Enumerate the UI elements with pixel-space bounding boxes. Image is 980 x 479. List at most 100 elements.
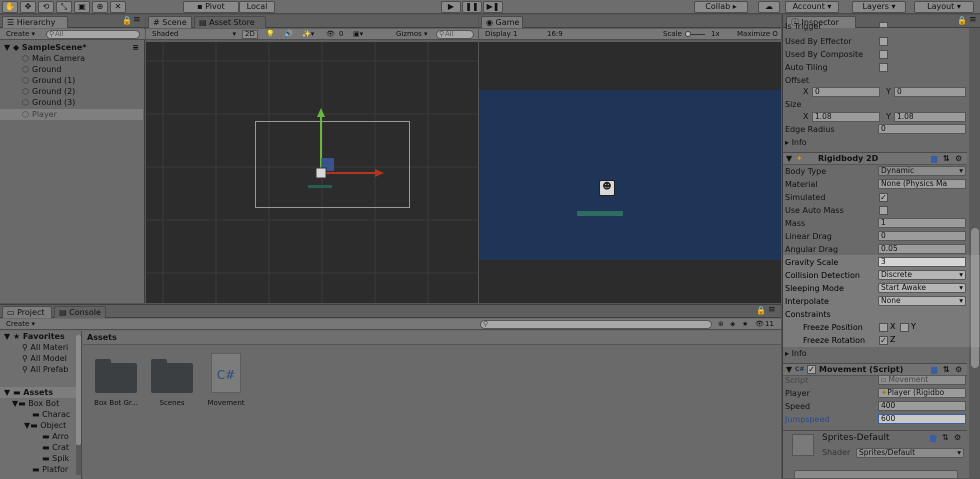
- custom-tool-icon[interactable]: ✕: [110, 1, 126, 13]
- step-button[interactable]: ▶❚: [483, 1, 503, 13]
- favorites-section[interactable]: ▼ ★ Favorites: [0, 331, 76, 342]
- pivot-toggle[interactable]: ▪ Pivot: [183, 1, 239, 13]
- size-x-field[interactable]: 1.08: [812, 112, 880, 122]
- preset-icon[interactable]: ⇅: [943, 153, 950, 165]
- shading-dropdown[interactable]: Shaded ▾: [152, 30, 236, 39]
- folder-crates[interactable]: ▬ Crat: [0, 442, 76, 453]
- scene-search-input[interactable]: ⚲ All: [436, 30, 474, 39]
- jumpspeed-field[interactable]: 600: [878, 414, 966, 424]
- lighting-icon[interactable]: 💡: [266, 30, 275, 39]
- asset-script-movement[interactable]: C#: [211, 353, 241, 393]
- scale-slider-thumb[interactable]: [685, 31, 691, 37]
- hidden-packages-icon[interactable]: 👁: [755, 320, 764, 329]
- asset-folder-box-bot[interactable]: [95, 359, 137, 393]
- rotate-tool-icon[interactable]: ⟲: [38, 1, 54, 13]
- help-book-icon[interactable]: ▆: [931, 153, 937, 165]
- used-by-composite-checkbox[interactable]: [879, 50, 888, 59]
- folder-characters[interactable]: ▬ Charac: [0, 409, 76, 420]
- linear-drag-field[interactable]: 0: [878, 231, 966, 241]
- auto-tiling-checkbox[interactable]: [879, 63, 888, 72]
- is-trigger-checkbox[interactable]: [879, 22, 888, 28]
- tree-scrollbar-thumb[interactable]: [76, 335, 81, 445]
- project-create-button[interactable]: Create ▾: [6, 320, 35, 329]
- gear-icon[interactable]: ⚙: [954, 433, 961, 442]
- speed-field[interactable]: 400: [878, 401, 966, 411]
- assets-root-folder[interactable]: ▼ ▬ Assets: [0, 387, 76, 398]
- folder-spikes[interactable]: ▬ Spik: [0, 453, 76, 464]
- physics-material-field[interactable]: None (Physics Ma: [878, 179, 966, 189]
- tab-project[interactable]: ▭ Project: [2, 306, 52, 318]
- gizmos-dropdown[interactable]: Gizmos ▾: [396, 30, 428, 39]
- angular-drag-field[interactable]: 0.05: [878, 244, 966, 254]
- search-by-type-icon[interactable]: ⊛: [718, 320, 724, 329]
- freeze-rotation-z-checkbox[interactable]: ✓: [879, 336, 888, 345]
- search-by-label-icon[interactable]: ◈: [730, 320, 735, 329]
- account-dropdown[interactable]: Account ▾: [785, 1, 839, 13]
- tree-scrollbar[interactable]: [76, 335, 81, 475]
- simulated-checkbox[interactable]: ✓: [879, 193, 888, 202]
- hierarchy-search-input[interactable]: ⚲ All: [46, 30, 140, 39]
- scene-menu-icon[interactable]: ≡: [132, 42, 139, 53]
- rigidbody2d-header[interactable]: ▼ ✦ Rigidbody 2D ▆ ⇅ ⚙: [783, 152, 967, 165]
- freeze-position-y-checkbox[interactable]: [900, 323, 909, 332]
- cloud-button[interactable]: ☁: [758, 1, 780, 13]
- local-toggle[interactable]: Local: [239, 1, 275, 13]
- camera-settings-icon[interactable]: ▣▾: [353, 30, 363, 39]
- offset-y-field[interactable]: 0: [894, 87, 966, 97]
- tab-scene[interactable]: # Scene: [148, 16, 192, 28]
- player-field[interactable]: ✦Player (Rigidbo: [878, 388, 966, 398]
- panel-menu-icon[interactable]: ≡: [969, 15, 977, 25]
- sleeping-mode-dropdown[interactable]: Start Awake ▾: [878, 283, 966, 293]
- maximize-on-play-toggle[interactable]: Maximize O: [737, 30, 778, 39]
- add-component-button[interactable]: [794, 470, 958, 478]
- pause-button[interactable]: ❚❚: [462, 1, 482, 13]
- favorite-all-prefabs[interactable]: ⚲ All Prefab: [0, 364, 76, 375]
- scene-root-row[interactable]: ▼ ◆ SampleScene* ≡: [0, 42, 143, 53]
- aspect-dropdown[interactable]: 16:9: [547, 30, 563, 39]
- transform-tool-icon[interactable]: ⊕: [92, 1, 108, 13]
- project-search-input[interactable]: ⚲: [480, 320, 712, 329]
- movement-enabled-checkbox[interactable]: ✓: [807, 365, 816, 374]
- freeze-position-x-checkbox[interactable]: [879, 323, 888, 332]
- collider-info-foldout[interactable]: ▸ Info: [785, 136, 967, 149]
- layout-dropdown[interactable]: Layout ▾: [914, 1, 974, 13]
- rect-tool-icon[interactable]: ▣: [74, 1, 90, 13]
- effects-icon[interactable]: ✨▾: [302, 30, 314, 39]
- lock-icon[interactable]: 🔒: [122, 16, 132, 25]
- scene-viewport[interactable]: [146, 42, 478, 303]
- folder-platforms[interactable]: ▬ Platfor: [0, 464, 76, 475]
- mode-2d-toggle[interactable]: 2D: [242, 30, 258, 39]
- shader-dropdown[interactable]: Sprites/Default ▾: [856, 448, 964, 458]
- x-arrow-icon[interactable]: [375, 169, 384, 177]
- inspector-scrollbar[interactable]: [969, 28, 980, 478]
- gear-icon[interactable]: ⚙: [955, 153, 962, 165]
- offset-x-field[interactable]: 0: [812, 87, 880, 97]
- mass-field[interactable]: 1: [878, 218, 966, 228]
- tab-console[interactable]: ▤ Console: [54, 306, 106, 318]
- gravity-scale-field[interactable]: 3: [878, 257, 966, 267]
- collab-button[interactable]: Collab ▸: [694, 1, 748, 13]
- hierarchy-create-button[interactable]: Create ▾: [6, 30, 35, 39]
- body-type-dropdown[interactable]: Dynamic ▾: [878, 166, 966, 176]
- tab-hierarchy[interactable]: ☰ Hierarchy: [2, 16, 68, 28]
- constraints-foldout[interactable]: Constraints: [785, 308, 967, 321]
- layers-dropdown[interactable]: Layers ▾: [852, 1, 906, 13]
- favorite-star-icon[interactable]: ★: [742, 320, 748, 329]
- interpolate-dropdown[interactable]: None ▾: [878, 296, 966, 306]
- project-breadcrumb[interactable]: Assets: [83, 331, 781, 345]
- used-by-effector-checkbox[interactable]: [879, 37, 888, 46]
- tab-game[interactable]: ◉ Game: [481, 16, 523, 28]
- auto-mass-checkbox[interactable]: [879, 206, 888, 215]
- move-tool-icon[interactable]: ✥: [20, 1, 36, 13]
- edge-radius-field[interactable]: 0: [878, 124, 966, 134]
- size-y-field[interactable]: 1.08: [894, 112, 966, 122]
- favorite-all-models[interactable]: ⚲ All Model: [0, 353, 76, 364]
- help-book-icon[interactable]: ▆: [930, 433, 936, 442]
- scale-tool-icon[interactable]: ⤡: [56, 1, 72, 13]
- lock-icon[interactable]: 🔒: [756, 306, 766, 315]
- display-dropdown[interactable]: Display 1: [485, 30, 517, 39]
- audio-icon[interactable]: 🔊: [284, 30, 293, 39]
- panel-menu-icon[interactable]: ≡: [768, 305, 776, 315]
- asset-folder-scenes[interactable]: [151, 359, 193, 393]
- preset-icon[interactable]: ⇅: [942, 433, 949, 442]
